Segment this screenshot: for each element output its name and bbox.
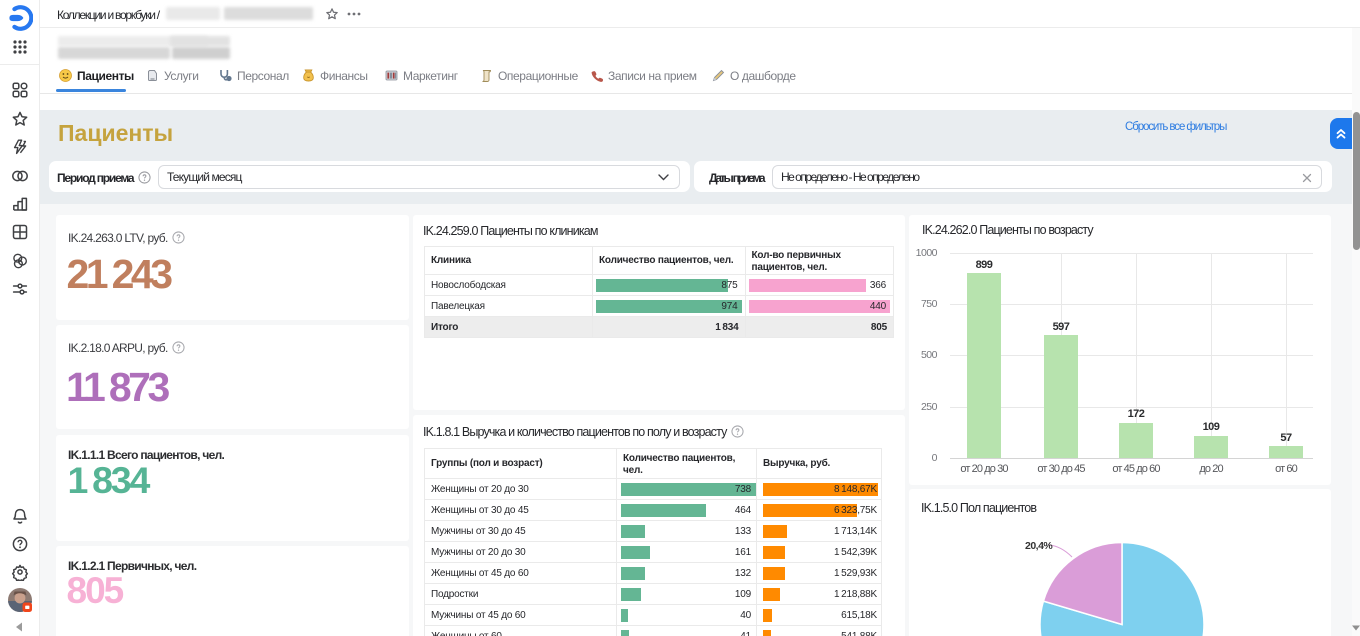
svg-text:20,4%: 20,4% <box>1025 540 1053 552</box>
